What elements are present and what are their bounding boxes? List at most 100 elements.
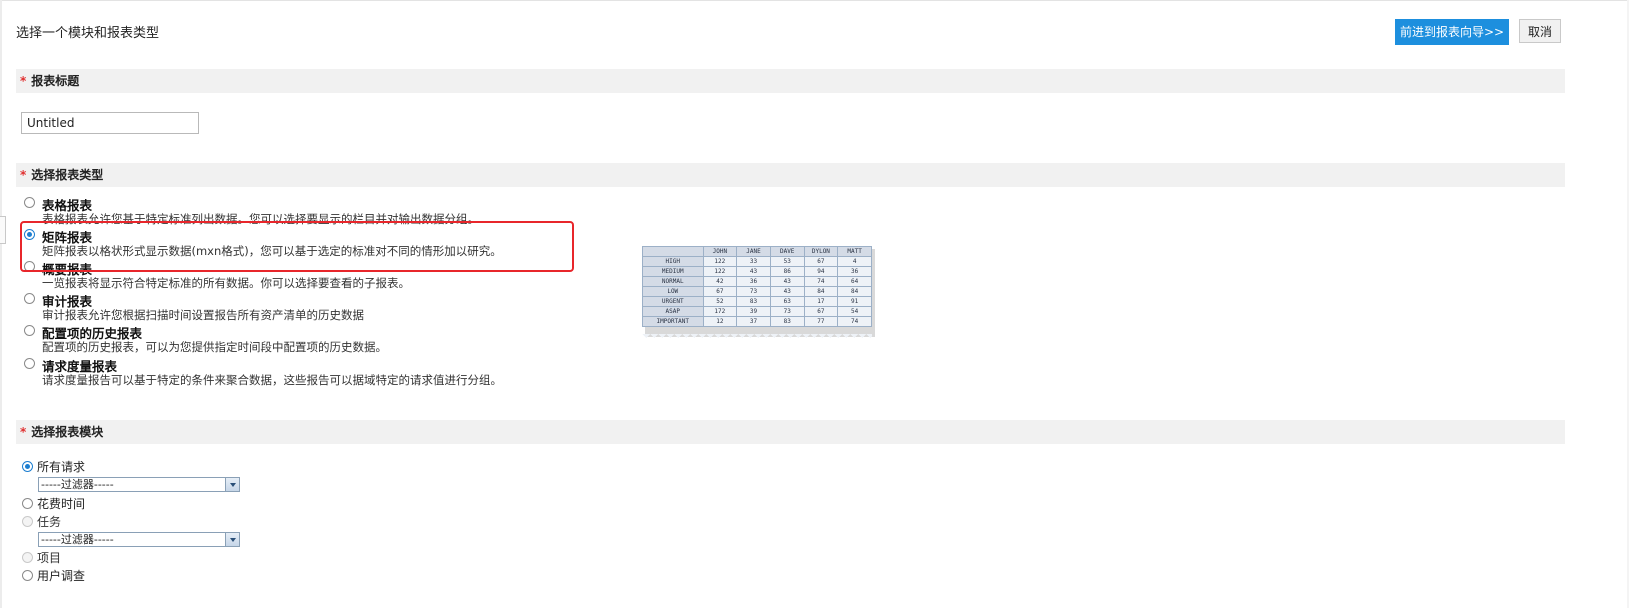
radio-tasks (22, 516, 33, 527)
highlight-annotation-box (20, 221, 574, 272)
report-type-desc: 配置项的历史报表，可以为您提供指定时间段中配置项的历史数据。 (42, 340, 387, 354)
preview-matrix-table: JOHN JANE DAVE DYLON MATT HIGH 122 33 53… (642, 246, 872, 327)
report-type-desc: 审计报表允许您根据扫描时间设置报告所有资产清单的历史数据 (42, 308, 364, 322)
required-mark: * (20, 425, 27, 439)
report-type-desc: 一览报表将显示符合特定标准的所有数据。你可以选择要查看的子报表。 (42, 276, 410, 290)
preview-cell: 67 (804, 257, 838, 266)
radio-audit[interactable] (24, 293, 35, 304)
module-all-requests[interactable]: 所有请求 (22, 458, 85, 475)
section-label: 选择报表类型 (31, 168, 104, 182)
preview-cell: 36 (737, 277, 770, 286)
report-type-desc: 请求度量报告可以基于特定的条件来聚合数据，这些报告可以据域特定的请求值进行分组。 (42, 373, 502, 387)
module-label: 任务 (37, 515, 62, 529)
preview-cell: 172 (703, 307, 737, 316)
preview-cell: 83 (737, 297, 770, 306)
section-report-module: * 选择报表模块 (16, 420, 1565, 444)
preview-cell: 53 (770, 257, 804, 266)
required-mark: * (20, 74, 27, 88)
preview-cell: 36 (838, 267, 871, 276)
cancel-button[interactable]: 取消 (1519, 19, 1561, 43)
preview-row-label: IMPORTANT (643, 317, 703, 326)
preview-cell: 84 (804, 287, 838, 296)
preview-cell: 122 (703, 257, 737, 266)
preview-cell: 43 (770, 287, 804, 296)
preview-cell: 84 (838, 287, 871, 296)
preview-col-header: JOHN (703, 247, 737, 256)
section-report-title: * 报表标题 (16, 69, 1565, 93)
preview-col-header: MATT (838, 247, 871, 256)
section-label: 选择报表模块 (31, 425, 104, 439)
section-label: 报表标题 (31, 74, 80, 88)
preview-cell: 64 (838, 277, 871, 286)
preview-cell: 67 (703, 287, 737, 296)
module-label: 所有请求 (37, 460, 86, 474)
module-tasks: 任务 (22, 513, 61, 530)
left-edge (0, 0, 2, 608)
tasks-filter-select[interactable]: -----过滤器----- (38, 532, 240, 547)
radio-ci-history[interactable] (24, 325, 35, 336)
preview-cell: 83 (770, 317, 804, 326)
preview-row-label: MEDIUM (643, 267, 703, 276)
preview-row-label: LOW (643, 287, 703, 296)
preview-cell: 39 (737, 307, 770, 316)
preview-row: MEDIUM 122 43 86 94 36 (643, 267, 871, 276)
radio-request-metrics[interactable] (24, 358, 35, 369)
radio-time-spent[interactable] (22, 498, 33, 509)
section-report-type: * 选择报表类型 (16, 163, 1565, 187)
preview-row: URGENT 52 83 63 17 91 (643, 297, 871, 306)
preview-cell: 54 (838, 307, 871, 316)
preview-cell: 63 (770, 297, 804, 306)
module-label: 花费时间 (37, 497, 86, 511)
preview-cell: 37 (737, 317, 770, 326)
top-border (0, 0, 1629, 1)
radio-projects (22, 552, 33, 563)
module-user-survey[interactable]: 用户调查 (22, 567, 85, 584)
chevron-down-icon[interactable] (225, 478, 239, 491)
preview-row-label: ASAP (643, 307, 703, 316)
preview-cell: 43 (737, 267, 770, 276)
preview-cell: 33 (737, 257, 770, 266)
module-label: 项目 (37, 551, 62, 565)
required-mark: * (20, 168, 27, 182)
preview-row-label: HIGH (643, 257, 703, 266)
preview-cell: 73 (770, 307, 804, 316)
chevron-down-icon[interactable] (225, 533, 239, 546)
preview-row: NORMAL 42 36 43 74 64 (643, 277, 871, 286)
preview-col-header: JANE (737, 247, 770, 256)
preview-cell: 86 (770, 267, 804, 276)
preview-cell: 91 (838, 297, 871, 306)
next-to-report-wizard-button[interactable]: 前进到报表向导>> (1395, 19, 1509, 45)
preview-row: IMPORTANT 12 37 83 77 74 (643, 317, 871, 326)
filter-select-value: -----过滤器----- (41, 478, 114, 491)
collapse-handle[interactable] (0, 216, 6, 244)
module-time-spent[interactable]: 花费时间 (22, 495, 85, 512)
preview-corner (643, 247, 703, 256)
preview-row-label: NORMAL (643, 277, 703, 286)
preview-cell: 42 (703, 277, 737, 286)
preview-cell: 94 (804, 267, 838, 276)
radio-user-survey[interactable] (22, 570, 33, 581)
report-title-input[interactable] (21, 112, 199, 134)
page-title: 选择一个模块和报表类型 (16, 26, 160, 41)
preview-cell: 67 (804, 307, 838, 316)
module-label: 用户调查 (37, 569, 86, 583)
preview-cell: 73 (737, 287, 770, 296)
preview-cell: 77 (804, 317, 838, 326)
preview-cell: 52 (703, 297, 737, 306)
preview-row-label: URGENT (643, 297, 703, 306)
filter-select-value: -----过滤器----- (41, 533, 114, 546)
preview-cell: 4 (838, 257, 871, 266)
preview-col-header: DAVE (770, 247, 804, 256)
preview-cell: 74 (804, 277, 838, 286)
preview-col-header: DYLON (804, 247, 838, 256)
preview-cell: 43 (770, 277, 804, 286)
torn-edge (642, 334, 872, 342)
radio-tabular[interactable] (24, 197, 35, 208)
radio-all-requests[interactable] (22, 461, 33, 472)
module-projects: 项目 (22, 549, 61, 566)
preview-row: ASAP 172 39 73 67 54 (643, 307, 871, 316)
all-requests-filter-select[interactable]: -----过滤器----- (38, 477, 240, 492)
preview-row: LOW 67 73 43 84 84 (643, 287, 871, 296)
preview-cell: 74 (838, 317, 871, 326)
matrix-report-preview-image: JOHN JANE DAVE DYLON MATT HIGH 122 33 53… (642, 246, 875, 342)
